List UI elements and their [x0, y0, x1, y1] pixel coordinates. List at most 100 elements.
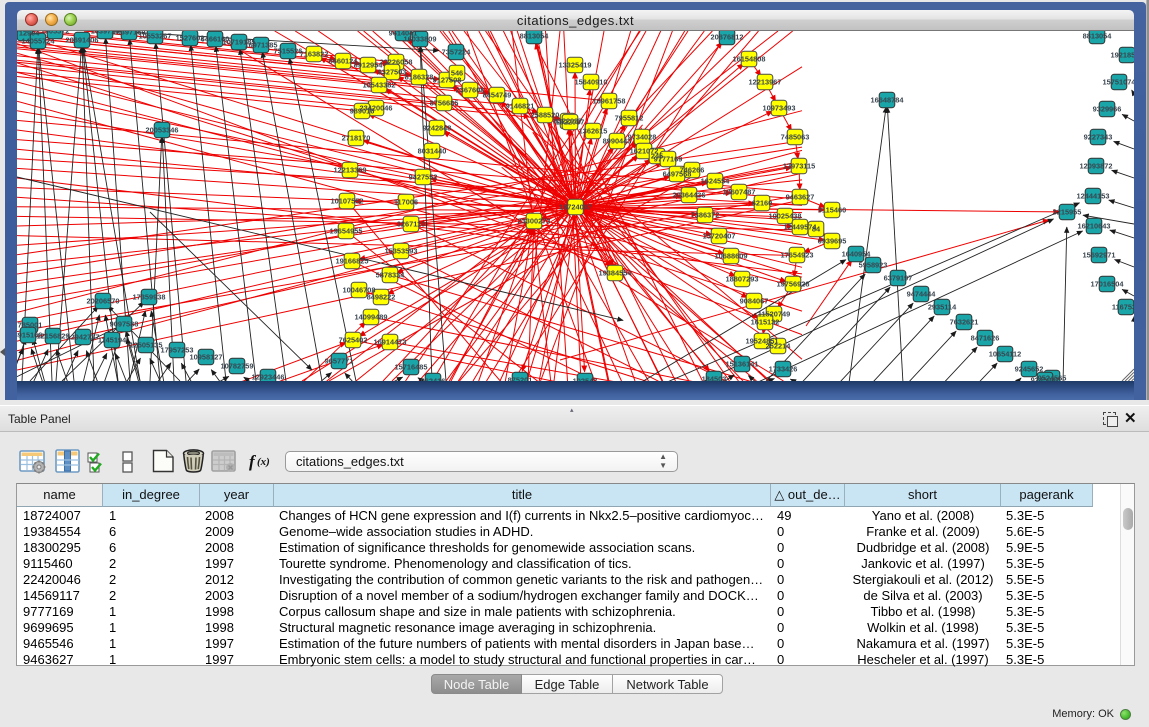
- svg-text:18724007: 18724007: [559, 203, 592, 212]
- svg-text:9245082: 9245082: [1031, 376, 1060, 382]
- svg-text:12505135: 12505135: [130, 341, 163, 350]
- svg-text:12923446: 12923446: [252, 373, 285, 382]
- svg-text:10553267: 10553267: [139, 32, 172, 41]
- svg-text:12213369: 12213369: [334, 166, 367, 175]
- svg-text:6939695: 6939695: [818, 237, 847, 246]
- svg-text:785001: 785001: [18, 321, 43, 330]
- svg-text:15640910: 15640910: [575, 78, 608, 87]
- svg-text:12093872: 12093872: [1080, 162, 1113, 171]
- svg-text:8471626: 8471626: [971, 334, 1000, 343]
- svg-text:10107552: 10107552: [331, 197, 364, 206]
- svg-text:12213967: 12213967: [749, 78, 782, 87]
- svg-text:1167533: 1167533: [1112, 303, 1134, 312]
- svg-text:10654112: 10654112: [989, 350, 1021, 359]
- svg-text:6379197: 6379197: [884, 274, 913, 283]
- svg-text:15716485: 15716485: [395, 363, 428, 372]
- svg-text:15136141: 15136141: [726, 360, 759, 369]
- svg-text:2935114: 2935114: [928, 303, 957, 312]
- svg-text:117006: 117006: [394, 198, 418, 207]
- svg-text:7386372: 7386372: [691, 211, 720, 220]
- svg-text:16648784: 16648784: [871, 96, 905, 105]
- svg-text:5878334: 5878334: [376, 271, 406, 280]
- svg-text:12973115: 12973115: [783, 162, 815, 171]
- svg-text:20876812: 20876812: [711, 33, 744, 42]
- svg-text:1624554: 1624554: [701, 177, 731, 186]
- svg-text:62160: 62160: [752, 199, 773, 208]
- svg-text:9657771: 9657771: [325, 357, 354, 366]
- svg-text:17654923: 17654923: [781, 251, 814, 260]
- svg-text:8756685: 8756685: [430, 99, 459, 108]
- svg-text:5958923: 5958923: [859, 261, 888, 270]
- svg-text:546: 546: [451, 69, 463, 78]
- svg-text:8813054: 8813054: [1083, 32, 1113, 41]
- svg-text:20206570: 20206570: [87, 297, 120, 306]
- svg-text:16154808: 16154808: [733, 55, 766, 64]
- svg-text:1145194: 1145194: [98, 336, 127, 345]
- svg-text:12444153: 12444153: [1077, 192, 1110, 201]
- svg-text:8186328: 8186328: [405, 73, 434, 82]
- svg-text:9463627: 9463627: [786, 193, 815, 202]
- svg-text:9474444: 9474444: [907, 290, 937, 299]
- svg-text:875201: 875201: [508, 376, 533, 382]
- svg-text:7955812: 7955812: [615, 114, 644, 123]
- svg-text:962416: 962416: [421, 377, 446, 382]
- svg-text:14099489: 14099489: [355, 313, 388, 322]
- svg-text:7632621: 7632621: [950, 318, 979, 327]
- svg-text:9245652: 9245652: [1015, 365, 1044, 374]
- svg-text:7163822: 7163822: [300, 50, 329, 59]
- svg-text:10688609: 10688609: [715, 252, 748, 261]
- svg-text:18807293: 18807293: [726, 275, 759, 284]
- svg-text:9084067: 9084067: [740, 297, 769, 306]
- svg-text:17016504: 17016504: [1091, 280, 1125, 289]
- svg-text:10607487: 10607487: [723, 188, 756, 197]
- svg-text:16961758: 16961758: [593, 97, 626, 106]
- svg-text:8031440: 8031440: [418, 147, 447, 156]
- svg-text:9115460: 9115460: [818, 206, 846, 215]
- svg-text:9227343: 9227343: [1084, 133, 1113, 142]
- svg-text:102547: 102547: [573, 377, 598, 382]
- svg-text:3215955: 3215955: [1053, 208, 1082, 217]
- svg-text:184503: 184503: [702, 375, 727, 382]
- svg-text:10973493: 10973493: [763, 104, 796, 113]
- svg-text:989016: 989016: [350, 107, 375, 116]
- svg-text:12156829: 12156829: [37, 332, 70, 341]
- svg-text:8498222: 8498222: [367, 293, 396, 302]
- svg-text:9734028: 9734028: [628, 133, 657, 142]
- svg-text:19756928: 19756928: [777, 280, 810, 289]
- svg-text:84: 84: [812, 225, 821, 234]
- svg-text:15692971: 15692971: [1083, 251, 1116, 260]
- svg-text:(x): (x): [257, 456, 270, 468]
- svg-text:19166825: 19166825: [336, 257, 369, 266]
- svg-text:23300273: 23300273: [518, 217, 551, 226]
- svg-text:19654955: 19654955: [330, 227, 363, 236]
- svg-text:7625402: 7625402: [339, 336, 368, 345]
- svg-text:1615132: 1615132: [751, 318, 780, 327]
- svg-text:16914473: 16914473: [374, 338, 407, 347]
- svg-text:f: f: [249, 452, 257, 471]
- svg-text:10782759: 10782759: [221, 362, 254, 371]
- svg-text:15353593: 15353593: [385, 247, 418, 256]
- svg-text:9327503: 9327503: [378, 68, 407, 77]
- svg-text:10543382: 10543382: [363, 81, 396, 90]
- svg-text:20364436: 20364436: [673, 191, 706, 200]
- svg-text:10958127: 10958127: [190, 353, 223, 362]
- svg-text:16971385: 16971385: [245, 41, 278, 50]
- svg-text:9427552: 9427552: [409, 173, 438, 182]
- svg-text:20691406: 20691406: [66, 36, 99, 45]
- svg-text:7357224: 7357224: [442, 48, 472, 57]
- svg-text:15751074: 15751074: [1103, 78, 1134, 87]
- svg-text:2367608: 2367608: [456, 86, 485, 95]
- svg-text:7515526: 7515526: [274, 47, 303, 56]
- svg-text:19218506: 19218506: [1111, 51, 1134, 60]
- svg-text:14055724: 14055724: [22, 37, 56, 46]
- svg-text:9242848: 9242848: [423, 124, 452, 133]
- svg-text:7485063: 7485063: [781, 133, 810, 142]
- svg-text:8454749: 8454749: [483, 91, 512, 100]
- svg-text:10025438: 10025438: [769, 212, 802, 221]
- svg-text:20053346: 20053346: [146, 126, 179, 135]
- svg-text:17957253: 17957253: [161, 346, 194, 355]
- svg-text:17359938: 17359938: [133, 293, 166, 302]
- svg-text:1640954: 1640954: [842, 250, 872, 259]
- svg-text:16210643: 16210643: [1078, 222, 1111, 231]
- svg-text:1362615: 1362615: [579, 127, 608, 136]
